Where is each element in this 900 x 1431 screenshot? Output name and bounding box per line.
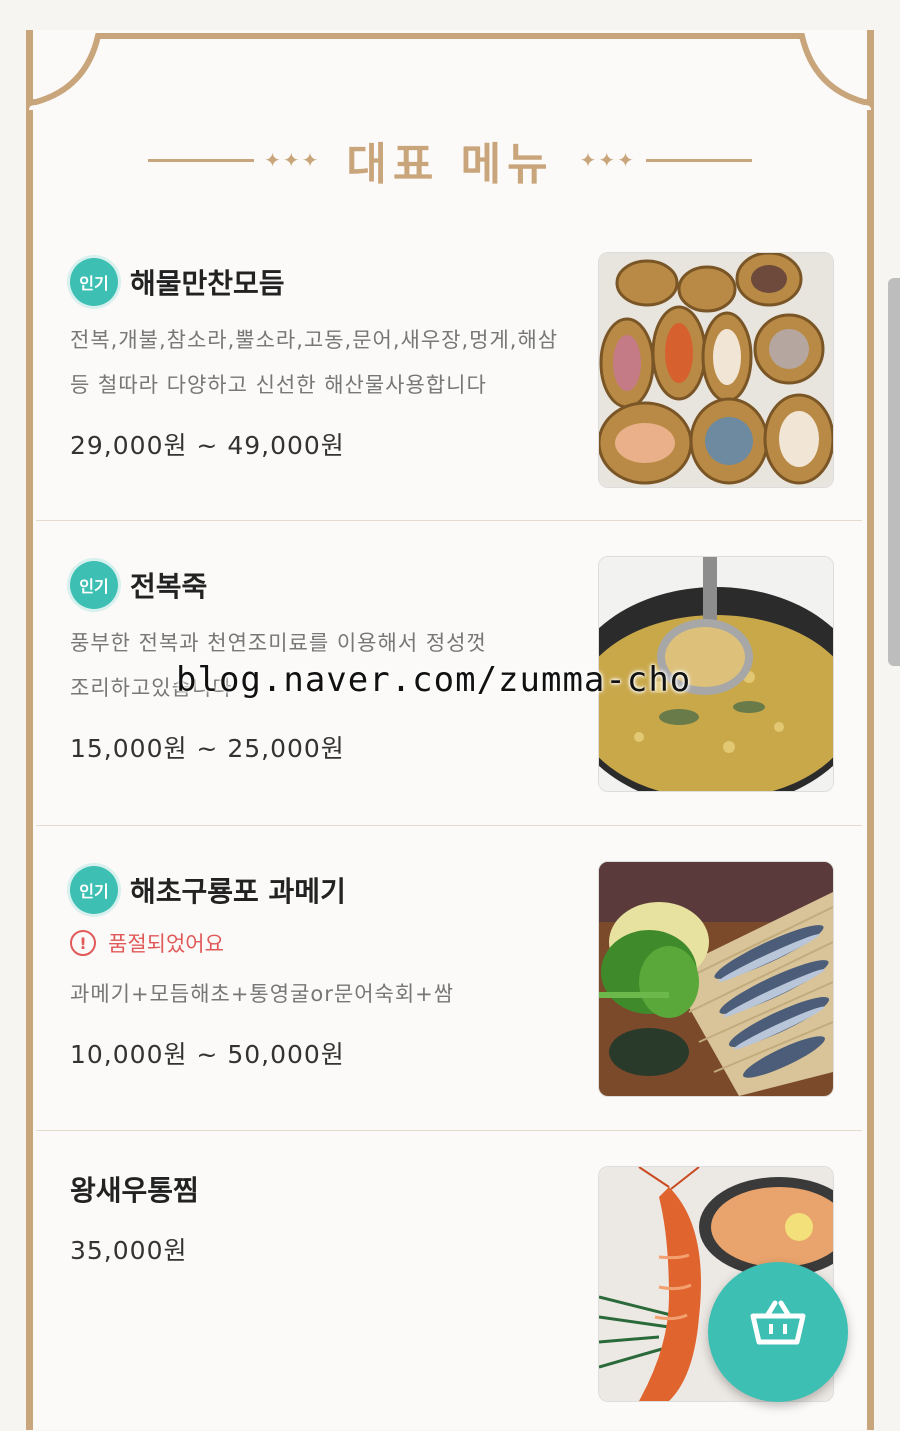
menu-item[interactable]: 인기 해초구룡포 과메기 ! 품절되었어요 과메기+모듬해초+통영굴or문어숙회… (36, 826, 862, 1131)
diamond-ornament-icon: ✦✦✦ (264, 148, 321, 172)
exclamation-circle-icon: ! (70, 930, 96, 956)
menu-item-description: 과메기+모듬해초+통영굴or문어숙회+쌈 (70, 982, 455, 1006)
menu-item-name: 전복죽 (130, 570, 208, 603)
gwamegi-photo[interactable] (598, 861, 834, 1097)
section-title-text: 대표 메뉴 (346, 139, 554, 190)
menu-item-name: 해물만찬모듬 (130, 267, 285, 300)
title-line-right (645, 158, 752, 162)
menu-item-description: 전복,개불,참소라,뿔소라,고동,문어,새우장,멍게,해삼 등 철따라 다양하고… (70, 328, 559, 397)
popular-badge: 인기 (70, 561, 118, 609)
blog-watermark: blog.naver.com/zumma-cho (176, 660, 692, 700)
popular-badge: 인기 (70, 866, 118, 914)
menu-item-price: 35,000원 (70, 1236, 188, 1265)
diamond-ornament-icon: ✦✦✦ (579, 148, 636, 172)
frame-top-ornament (26, 30, 874, 110)
menu-item-price: 29,000원 ~ 49,000원 (70, 431, 345, 460)
menu-item-price: 15,000원 ~ 25,000원 (70, 734, 345, 763)
menu-item-name: 왕새우통찜 (70, 1174, 199, 1207)
menu-item-name: 해초구룡포 과메기 (130, 875, 346, 908)
menu-item[interactable]: 인기 해물만찬모듬 전복,개불,참소라,뿔소라,고동,문어,새우장,멍게,해삼 … (36, 250, 862, 521)
menu-item-price: 10,000원 ~ 50,000원 (70, 1040, 345, 1069)
basket-icon (750, 1300, 806, 1345)
popular-badge: 인기 (70, 258, 118, 306)
scrollbar[interactable] (888, 278, 900, 666)
section-title: ✦✦✦ 대표 메뉴 ✦✦✦ (148, 128, 752, 192)
title-line-left (148, 158, 255, 162)
soldout-notice: ! 품절되었어요 (70, 928, 586, 958)
cart-button[interactable] (708, 1262, 848, 1402)
soldout-text: 품절되었어요 (108, 932, 224, 956)
seafood-platter-photo[interactable] (598, 252, 834, 488)
